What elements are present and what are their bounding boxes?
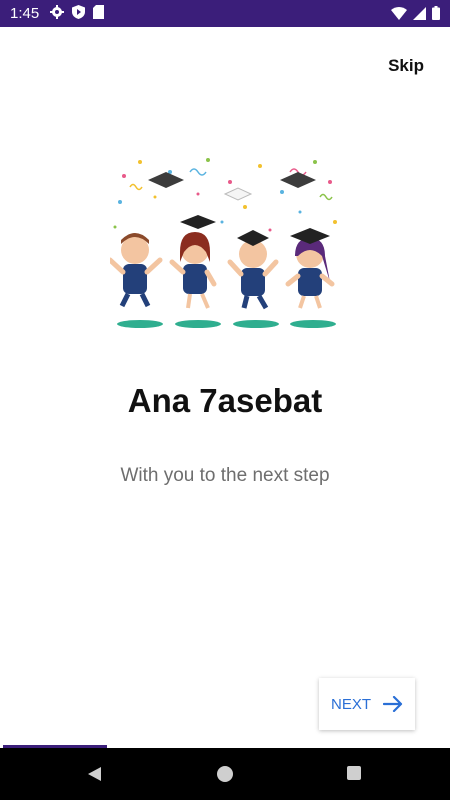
onboarding-title: Ana 7asebat xyxy=(127,382,323,419)
signal-icon xyxy=(413,6,426,20)
next-button[interactable]: NEXT xyxy=(319,678,415,730)
wifi-icon xyxy=(391,6,407,20)
status-bar: 1:45 xyxy=(0,0,450,27)
sd-card-icon xyxy=(93,5,104,19)
gear-icon xyxy=(50,5,64,19)
home-icon[interactable] xyxy=(217,766,233,782)
kid-3 xyxy=(227,230,279,310)
graduation-kids-illustration xyxy=(110,158,337,328)
kid-1 xyxy=(110,233,163,308)
battery-icon xyxy=(432,6,440,20)
flying-caps xyxy=(148,172,316,201)
onboarding-subtitle: With you to the next step xyxy=(120,465,330,486)
back-icon[interactable] xyxy=(87,766,103,782)
status-icons-right xyxy=(391,6,440,20)
kid-2 xyxy=(169,215,217,309)
next-label: NEXT xyxy=(330,695,371,713)
kid-4 xyxy=(285,228,335,309)
ground-shadows xyxy=(117,320,336,328)
confetti xyxy=(113,158,337,232)
arrow-right-icon xyxy=(383,696,403,712)
status-time: 1:45 xyxy=(10,5,40,22)
shield-play-icon xyxy=(72,5,85,19)
skip-button[interactable]: Skip xyxy=(388,56,424,76)
status-icons-left xyxy=(50,5,104,19)
system-nav-bar xyxy=(0,748,450,800)
recents-icon[interactable] xyxy=(347,766,361,780)
